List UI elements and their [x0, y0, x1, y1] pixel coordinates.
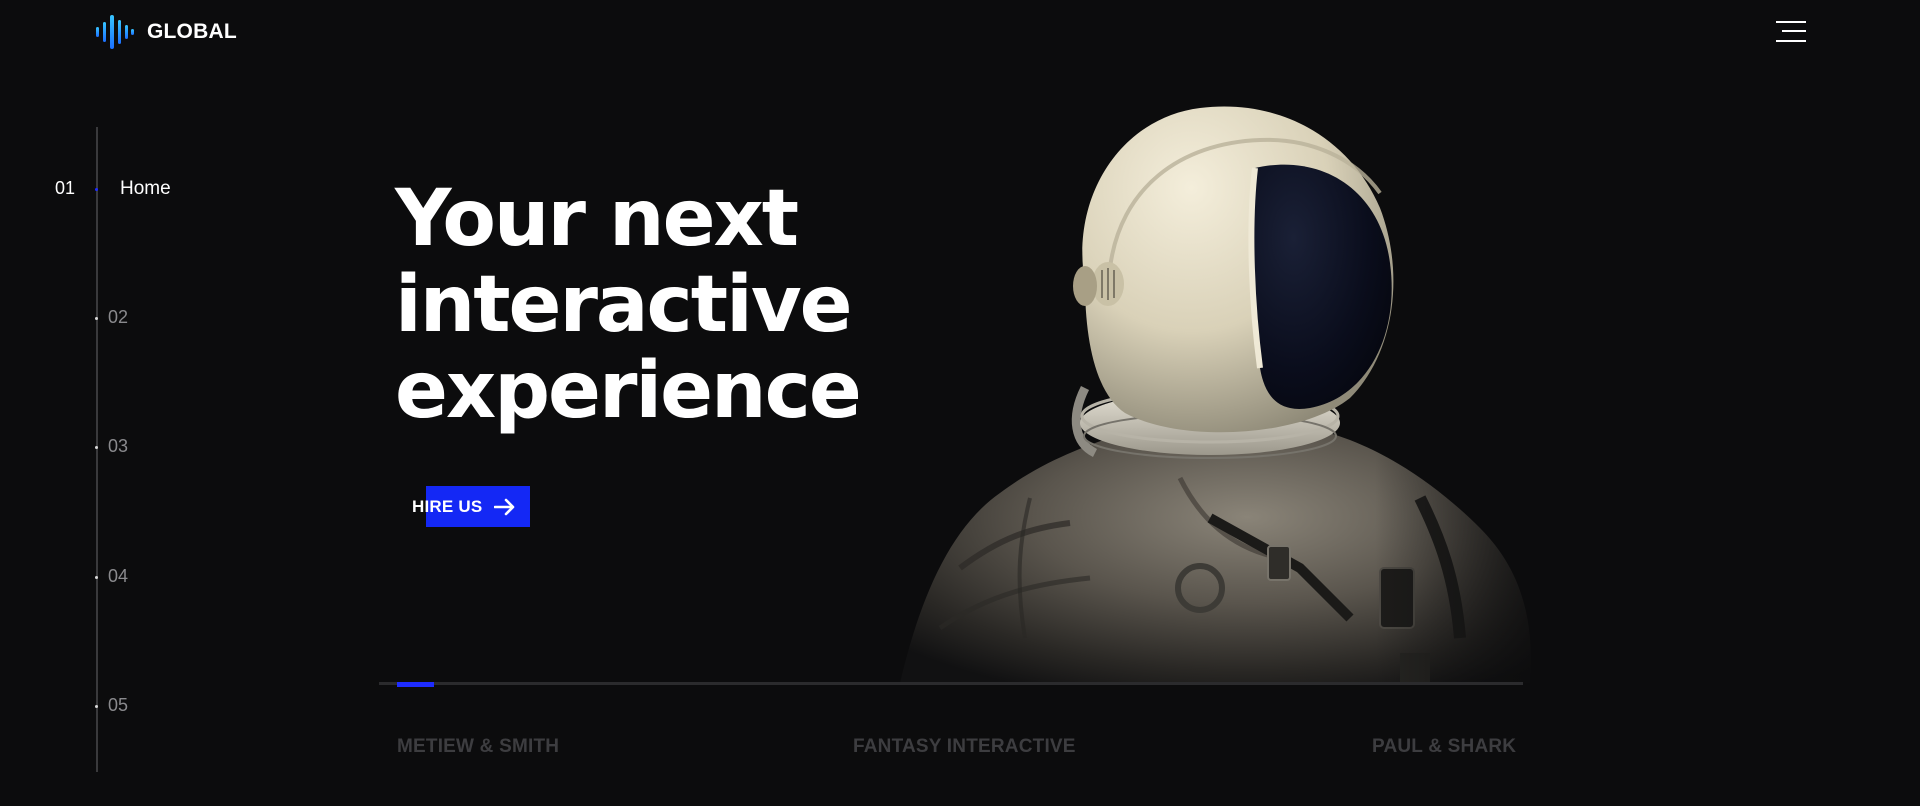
client-name[interactable]: METIEW & SMITH: [397, 736, 559, 758]
side-nav-item-05[interactable]: 05: [90, 694, 140, 718]
side-nav-dot: [95, 446, 98, 449]
hero-title: Your next interactive experience: [395, 174, 862, 436]
side-nav-item-01[interactable]: 01 Home: [0, 176, 200, 202]
side-nav-number: 04: [108, 566, 129, 586]
astronaut-image: [880, 98, 1540, 683]
hero-title-line: interactive: [395, 260, 853, 350]
side-nav-item-02[interactable]: 02: [90, 306, 140, 330]
side-nav-item-03[interactable]: 03: [90, 435, 140, 459]
side-nav-number: 03: [108, 436, 129, 456]
hamburger-menu-icon[interactable]: [1776, 20, 1806, 44]
side-nav-dot: [95, 705, 98, 708]
arrow-right-icon: [494, 498, 515, 516]
page: GLOBAL 01 Home 02 03 04 05 Your next int…: [0, 0, 1920, 806]
menu-bar: [1782, 30, 1806, 32]
side-nav-item-04[interactable]: 04: [90, 565, 140, 589]
hero-title-line: Your next: [395, 174, 799, 264]
slider-progress-track[interactable]: [379, 682, 1523, 685]
side-nav-dot: [95, 576, 98, 579]
brand-name: GLOBAL: [147, 20, 237, 43]
side-nav-dot: [95, 317, 98, 320]
side-nav-number: 05: [108, 695, 129, 715]
client-name[interactable]: FANTASY INTERACTIVE: [853, 736, 1076, 758]
side-nav-number: 02: [108, 307, 129, 327]
side-nav-active-dot: [95, 188, 98, 191]
side-nav-number: 01: [55, 178, 76, 198]
soundwave-icon: [96, 15, 134, 49]
hire-us-label: HIRE US: [412, 497, 483, 516]
hero-title-line: experience: [395, 346, 862, 436]
slider-progress-fill: [397, 682, 434, 687]
menu-bar: [1776, 40, 1806, 42]
brand-logo[interactable]: GLOBAL: [95, 14, 237, 50]
side-nav-label: Home: [120, 178, 171, 199]
hire-us-button[interactable]: HIRE US: [412, 486, 530, 527]
client-name[interactable]: PAUL & SHARK: [1372, 736, 1516, 758]
menu-bar: [1776, 21, 1806, 23]
